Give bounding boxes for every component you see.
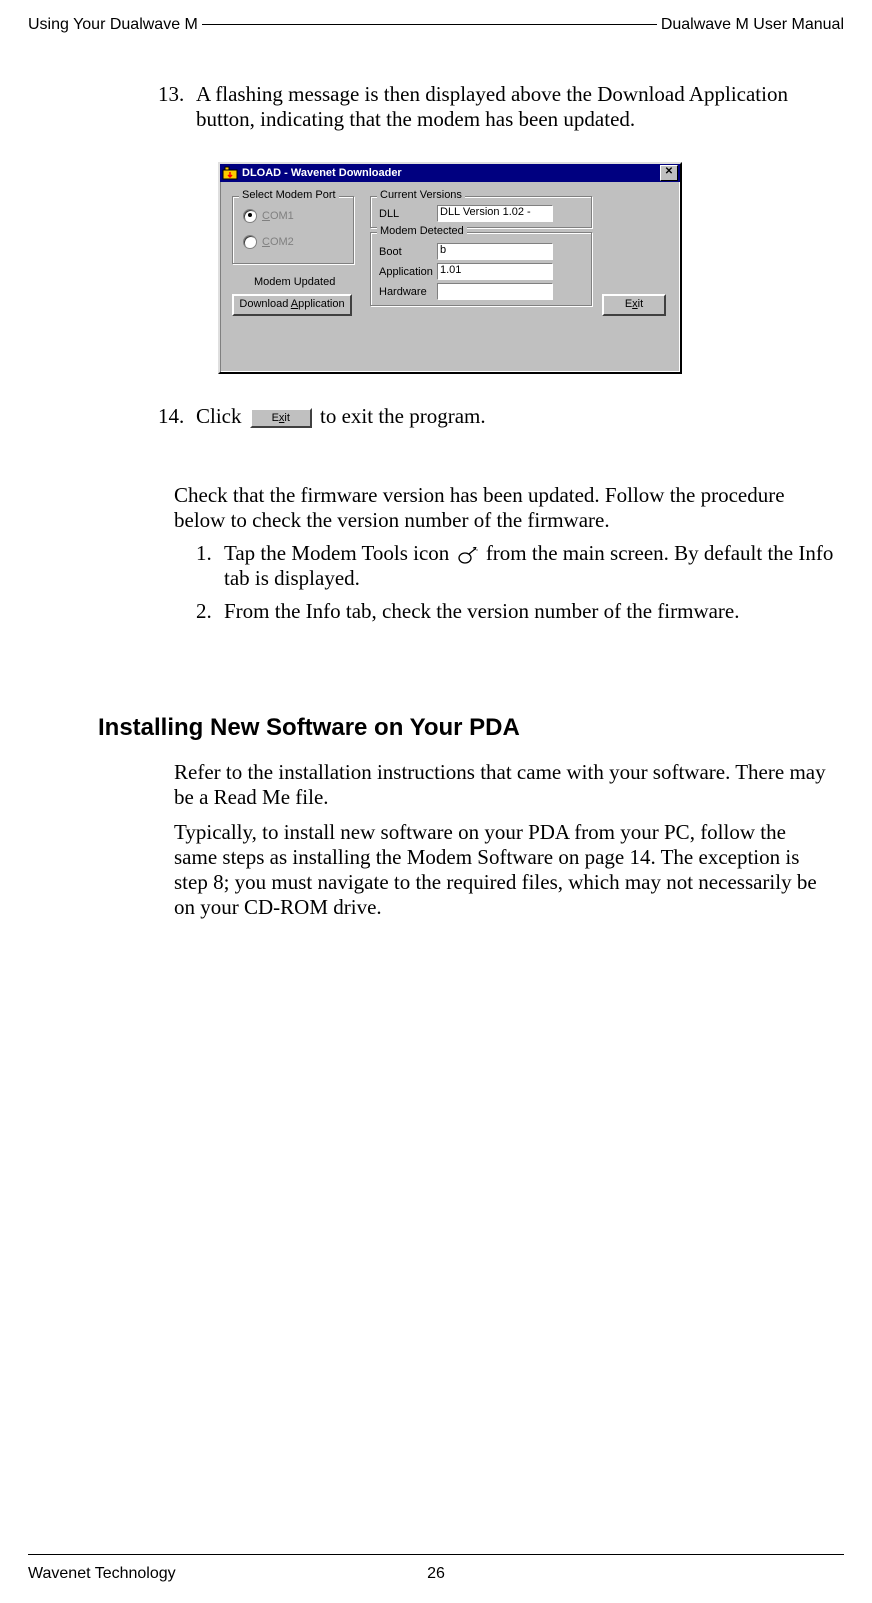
step-text: Click Exit to exit the program. — [196, 404, 834, 429]
field-label: Hardware — [379, 286, 437, 298]
radio-com2[interactable]: COM2 — [243, 235, 294, 249]
step-14: 14. Click Exit to exit the program. — [158, 404, 834, 429]
radio-icon — [243, 209, 257, 223]
field-value: 1.01 — [437, 263, 553, 280]
field-label: Boot — [379, 246, 437, 258]
check-step-2: 2. From the Info tab, check the version … — [196, 599, 834, 624]
field-value — [437, 283, 553, 300]
list-number: 2. — [196, 599, 224, 624]
group-title: Modem Detected — [377, 225, 467, 237]
field-hardware: Hardware — [379, 283, 553, 300]
radio-com1[interactable]: COM1 — [243, 209, 294, 223]
header-right: Dualwave M User Manual — [661, 16, 844, 34]
page-header: Using Your Dualwave M Dualwave M User Ma… — [28, 16, 844, 34]
downloader-dialog: DLOAD - Wavenet Downloader ✕ Select Mode… — [218, 162, 682, 374]
download-application-button[interactable]: Download Application — [232, 294, 352, 316]
check-firmware-paragraph: Check that the firmware version has been… — [174, 483, 834, 533]
field-value: b — [437, 243, 553, 260]
page-footer: Wavenet Technology 26 — [28, 1554, 844, 1583]
modem-tools-icon — [457, 546, 479, 564]
field-dll: DLL DLL Version 1.02 - — [379, 205, 553, 222]
step-number: 13. — [158, 82, 196, 132]
field-application: Application 1.01 — [379, 263, 553, 280]
app-icon — [222, 165, 238, 181]
list-text: Tap the Modem Tools icon from the main s… — [224, 541, 834, 591]
header-left: Using Your Dualwave M — [28, 16, 198, 34]
group-select-modem-port: Select Modem Port COM1 COM2 — [232, 196, 354, 264]
radio-icon — [243, 235, 257, 249]
group-modem-detected: Modem Detected Boot b Application 1.01 H… — [370, 232, 592, 306]
step-text: A flashing message is then displayed abo… — [196, 82, 834, 132]
inline-exit-button[interactable]: Exit — [250, 408, 312, 428]
section-heading: Installing New Software on Your PDA — [98, 714, 844, 742]
page-number: 26 — [427, 1565, 445, 1583]
title-text: DLOAD - Wavenet Downloader — [242, 167, 660, 179]
group-current-versions: Current Versions DLL DLL Version 1.02 - — [370, 196, 592, 228]
title-bar: DLOAD - Wavenet Downloader ✕ — [220, 164, 680, 182]
status-modem-updated: Modem Updated — [254, 276, 335, 288]
section-paragraph-2: Typically, to install new software on yo… — [174, 820, 828, 920]
group-title: Current Versions — [377, 189, 465, 201]
close-icon[interactable]: ✕ — [660, 165, 678, 181]
field-value: DLL Version 1.02 - — [437, 205, 553, 222]
group-title: Select Modem Port — [239, 189, 339, 201]
footer-left: Wavenet Technology — [28, 1565, 176, 1583]
section-paragraph-1: Refer to the installation instructions t… — [174, 760, 828, 810]
header-rule — [202, 24, 657, 25]
step-13: 13. A flashing message is then displayed… — [158, 82, 834, 132]
field-label: DLL — [379, 208, 437, 220]
list-text: From the Info tab, check the version num… — [224, 599, 834, 624]
list-number: 1. — [196, 541, 224, 591]
exit-button[interactable]: Exit — [602, 294, 666, 316]
field-boot: Boot b — [379, 243, 553, 260]
field-label: Application — [379, 266, 437, 278]
step-number: 14. — [158, 404, 196, 429]
check-step-1: 1. Tap the Modem Tools icon from the mai… — [196, 541, 834, 591]
